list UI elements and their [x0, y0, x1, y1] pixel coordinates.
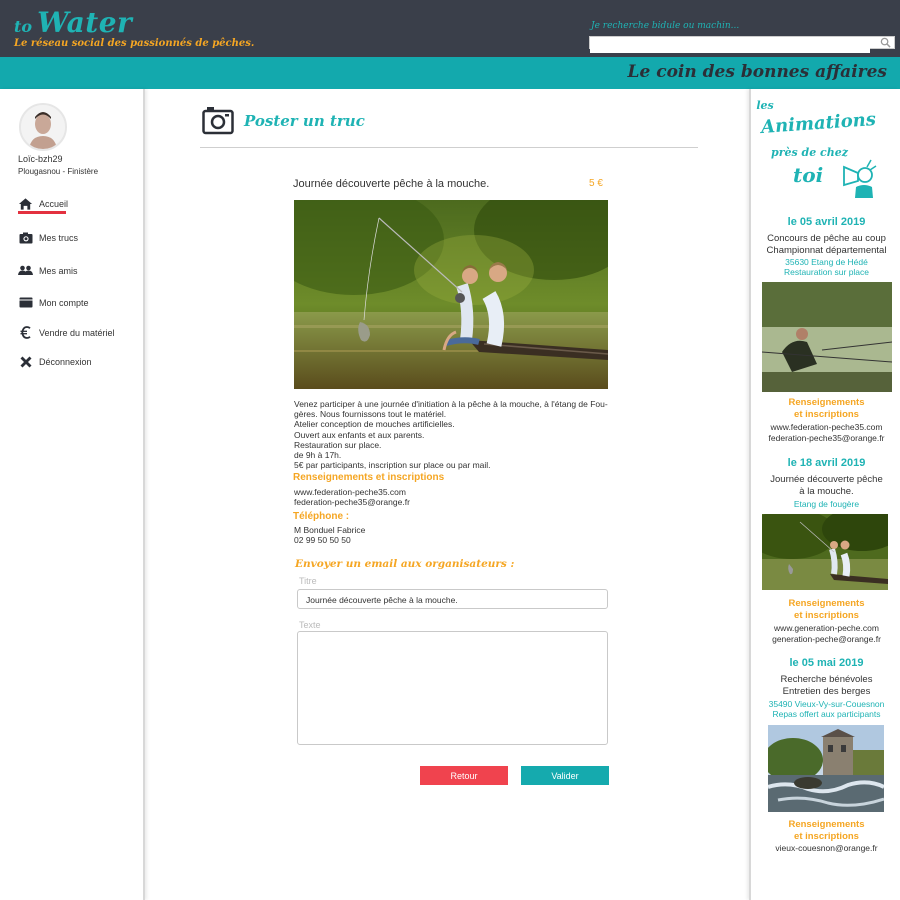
item-price: 5 € [589, 178, 603, 189]
phone-number: 02 99 50 50 50 [294, 535, 351, 545]
nav-item-logout[interactable]: Déconnexion [18, 355, 92, 368]
back-button[interactable]: Retour [420, 766, 508, 785]
nav-label-my-stuff: Mes trucs [39, 232, 79, 243]
banner-title: Le coin des bonnes affaires [627, 62, 887, 82]
description-line: Atelier conception de mouches artificiel… [294, 419, 455, 430]
logo-water: Water [37, 6, 133, 39]
event-line: Journée découverte pêche [770, 474, 883, 485]
right-sidebar: les Animations près de chez toi le 05 av… [749, 89, 900, 900]
event-line: Entretien des berges [782, 686, 871, 697]
event-contact[interactable]: vieux-couesnon@orange.fr [751, 843, 900, 854]
title-field[interactable] [297, 589, 608, 609]
top-header: to Water Le réseau social des passionnés… [0, 0, 900, 57]
description-line: Ouvert aux enfants et aux parents. [294, 429, 425, 440]
nav-label-logout: Déconnexion [39, 356, 92, 367]
event-info-heading: Renseignements [788, 598, 865, 609]
section-banner: Le coin des bonnes affaires [0, 57, 900, 89]
search-hint: Je recherche bidule ou machin... [591, 21, 740, 31]
euro-icon [18, 326, 33, 339]
logo-to: to [14, 17, 33, 36]
left-sidebar: Loïc-bzh29 Plougasnou - Finistère Accuei… [0, 89, 145, 900]
event-photo [762, 514, 888, 590]
description-line: 5€ par participants, inscription sur pla… [294, 460, 491, 471]
nav-item-friends[interactable]: Mes amis [18, 264, 78, 277]
sidebar-title-toi: toi [793, 163, 824, 187]
event-info-heading: Renseignements [788, 819, 865, 830]
search-box[interactable] [589, 36, 895, 53]
camera-small-icon [18, 231, 33, 244]
event-contact[interactable]: www.generation-peche.com [751, 623, 900, 634]
event-line: Recherche bénévoles [780, 674, 873, 685]
event-date: le 18 avril 2019 [787, 457, 866, 469]
user-name: Loïc-bzh29 [18, 154, 63, 164]
submit-button[interactable]: Valider [521, 766, 609, 785]
event-photo [762, 282, 892, 392]
nav-item-sell[interactable]: Vendre du matériel [18, 326, 115, 339]
avatar[interactable] [19, 103, 67, 151]
close-icon [18, 355, 33, 368]
event-contact[interactable]: www.federation-peche35.com [751, 422, 900, 433]
nav-label-home: Accueil [39, 198, 69, 209]
home-icon [18, 197, 33, 210]
search-input[interactable] [590, 41, 870, 53]
site-tagline: Le réseau social des passionnés de pêche… [14, 38, 255, 49]
event-detail: Etang de fougère [793, 499, 860, 509]
user-location: Plougasnou - Finistère [18, 167, 99, 176]
nav-label-friends: Mes amis [39, 265, 78, 276]
nav-item-my-stuff[interactable]: Mes trucs [18, 231, 78, 244]
email-link[interactable]: federation-peche35@orange.fr [294, 497, 410, 507]
active-nav-indicator [18, 211, 66, 214]
description-line: gères. Nous fournissons tout le matériel… [294, 409, 447, 420]
item-description: Venez participer à une journée d'initiat… [294, 399, 608, 470]
nav-label-sell: Vendre du matériel [39, 327, 115, 338]
event-detail: Restauration sur place [783, 267, 870, 277]
nav-label-account: Mon compte [39, 297, 89, 308]
wallet-icon [18, 296, 33, 309]
item-photo [294, 200, 608, 389]
event-line: à la mouche. [799, 486, 854, 497]
sidebar-title-les: les [756, 99, 774, 112]
event-detail: Repas offert aux participants [772, 709, 881, 719]
event-info-heading: et inscriptions [794, 610, 859, 621]
description-line: de 9h à 17h. [294, 450, 342, 461]
users-icon [18, 264, 33, 277]
item-title: Journée découverte pêche à la mouche. [293, 178, 490, 190]
event-info-heading: Renseignements [788, 397, 865, 408]
main-content: Poster un truc Journée découverte pêche … [147, 89, 749, 900]
event-info-heading: et inscriptions [794, 409, 859, 420]
info-heading: Renseignements et inscriptions [293, 472, 445, 483]
text-field[interactable] [297, 631, 608, 745]
nav-item-home[interactable]: Accueil [18, 197, 68, 210]
camera-icon [202, 107, 234, 135]
event-info-heading: et inscriptions [794, 831, 859, 842]
description-line: Restauration sur place. [294, 439, 382, 450]
text-label: Texte [299, 620, 321, 630]
event-line: Championnat départemental [766, 245, 887, 256]
event-contact[interactable]: generation-peche@orange.fr [751, 634, 900, 645]
text-input[interactable] [298, 632, 607, 744]
website-link[interactable]: www.federation-peche35.com [294, 487, 406, 497]
site-logo[interactable]: to Water [14, 6, 132, 39]
event-photo [768, 725, 884, 812]
title-label: Titre [299, 576, 317, 586]
email-form-heading: Envoyer un email aux organisateurs : [295, 558, 515, 570]
megaphone-icon [843, 159, 877, 198]
title-input[interactable] [298, 591, 607, 609]
event-line: Concours de pêche au coup [767, 233, 886, 244]
divider [200, 147, 698, 148]
search-icon[interactable] [880, 37, 891, 48]
description-line: Venez participer à une journée d'initiat… [294, 399, 608, 409]
sidebar-title-animations: Animations [760, 109, 877, 138]
contact-name: M Bonduel Fabrice [294, 525, 366, 535]
event-contact[interactable]: federation-peche35@orange.fr [751, 433, 900, 444]
event-date: le 05 mai 2019 [789, 657, 864, 669]
event-date: le 05 avril 2019 [787, 216, 866, 228]
sidebar-title-pres: près de chez [771, 146, 848, 159]
phone-heading: Téléphone : [293, 511, 350, 522]
page-title: Poster un truc [244, 112, 365, 130]
nav-item-account[interactable]: Mon compte [18, 296, 89, 309]
